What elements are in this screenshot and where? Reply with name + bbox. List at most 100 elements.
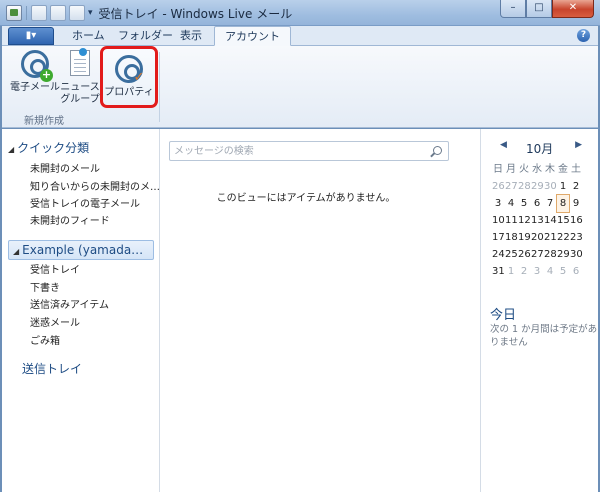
calendar-week: 31 1 2 3 4 5 6 <box>492 263 596 280</box>
folder-item[interactable]: 受信トレイの電子メール <box>30 195 140 210</box>
calendar-day[interactable]: 11 <box>505 212 518 229</box>
folder-item-junk[interactable]: 迷惑メール <box>30 314 80 329</box>
calendar-day[interactable]: 29 <box>531 178 544 195</box>
collapse-arrow-icon[interactable]: ◢ <box>13 247 19 256</box>
email-account-button[interactable]: + 電子メール <box>10 50 60 94</box>
calendar-day[interactable]: 23 <box>570 229 583 246</box>
folder-outbox[interactable]: 送信トレイ <box>22 360 82 377</box>
calendar-day[interactable]: 30 <box>544 178 557 195</box>
weekday-label: 火 <box>519 164 529 175</box>
calendar-day[interactable]: 21 <box>544 229 557 246</box>
calendar-grid: 日月火水木金土 26 27 28 29 30 1 2 3 4 5 6 7 8 9 10 11 12 13 14 15 16… <box>492 161 596 280</box>
calendar-day[interactable]: 26 <box>518 246 531 263</box>
calendar-day[interactable]: 3 <box>531 263 543 280</box>
calendar-day[interactable]: 27 <box>531 246 544 263</box>
calendar-day[interactable]: 22 <box>557 229 570 246</box>
quick-access-toolbar: ▾ 受信トレイ - Windows Live メール <box>6 4 292 22</box>
close-button[interactable]: ✕ <box>552 0 594 18</box>
calendar-day-today[interactable]: 8 <box>556 194 570 213</box>
tab-home[interactable]: ホーム <box>62 26 115 46</box>
calendar-day[interactable]: 12 <box>518 212 531 229</box>
minimize-button[interactable]: – <box>500 0 526 18</box>
calendar-day[interactable]: 28 <box>544 246 557 263</box>
calendar-day[interactable]: 10 <box>492 212 505 229</box>
calendar-day[interactable]: 6 <box>570 263 582 280</box>
calendar-day[interactable]: 5 <box>557 263 569 280</box>
account-header[interactable]: ◢ Example (yamada… <box>8 240 154 260</box>
file-menu-button[interactable]: ▮▾ <box>8 27 54 45</box>
newsgroup-button[interactable]: ニュース グループ <box>58 48 102 106</box>
calendar-day[interactable]: 14 <box>544 212 557 229</box>
properties-button[interactable]: ✓ プロパティ <box>100 46 158 108</box>
calendar-day[interactable]: 20 <box>531 229 544 246</box>
tab-view[interactable]: 表示 <box>170 26 212 46</box>
customize-toolbar-icon[interactable]: ▾ <box>88 8 93 18</box>
calendar-day[interactable]: 13 <box>531 212 544 229</box>
calendar-day[interactable]: 9 <box>570 195 582 212</box>
calendar-week: 24 25 26 27 28 29 30 <box>492 246 596 263</box>
tab-account[interactable]: アカウント <box>214 26 291 46</box>
calendar-day[interactable]: 6 <box>531 195 543 212</box>
calendar-week: 10 11 12 13 14 15 16 <box>492 212 596 229</box>
calendar-day[interactable]: 2 <box>518 263 530 280</box>
weekday-row: 日月火水木金土 <box>492 161 596 178</box>
weekday-label: 日 <box>493 164 503 175</box>
today-agenda-text: 次の 1 か月間は予定がありません <box>490 324 598 348</box>
newsgroup-label-line1: ニュース <box>60 82 100 93</box>
today-title: 今日 <box>490 308 517 323</box>
folder-item[interactable]: 知り合いからの未開封のメ… <box>30 178 160 193</box>
calendar-day[interactable]: 25 <box>505 246 518 263</box>
new-message-icon[interactable] <box>31 5 47 21</box>
calendar-day[interactable]: 19 <box>518 229 531 246</box>
calendar-day[interactable]: 28 <box>518 178 531 195</box>
calendar-day[interactable]: 1 <box>505 263 517 280</box>
calendar-day[interactable]: 18 <box>505 229 518 246</box>
main-content: ◢ クイック分類 未開封のメール 知り合いからの未開封のメ… 受信トレイの電子メー… <box>2 129 598 492</box>
search-box[interactable] <box>169 141 449 161</box>
empty-view-message: このビューにはアイテムがありません。 <box>216 193 396 204</box>
group-divider <box>159 52 160 122</box>
app-icon[interactable] <box>6 5 22 21</box>
weekday-label: 水 <box>532 164 542 175</box>
send-receive-icon[interactable] <box>69 5 85 21</box>
calendar-week: 3456789 <box>492 194 596 213</box>
maximize-button[interactable]: □ <box>526 0 552 18</box>
newsgroup-icon <box>65 48 95 80</box>
calendar-day[interactable]: 3 <box>492 195 504 212</box>
calendar-day[interactable]: 17 <box>492 229 505 246</box>
calendar-day[interactable]: 15 <box>557 212 570 229</box>
calendar-day[interactable]: 16 <box>570 212 583 229</box>
folder-item-drafts[interactable]: 下書き <box>30 279 60 294</box>
next-month-icon[interactable]: ▶ <box>575 140 582 150</box>
folder-item-sent[interactable]: 送信済みアイテム <box>30 296 109 311</box>
search-icon[interactable] <box>433 146 442 155</box>
quick-views-header[interactable]: ◢ クイック分類 <box>8 139 89 156</box>
calendar-day[interactable]: 1 <box>557 178 569 195</box>
calendar-day[interactable]: 24 <box>492 246 505 263</box>
reply-icon[interactable] <box>50 5 66 21</box>
calendar-week: 17 18 19 20 21 22 23 <box>492 229 596 246</box>
help-icon[interactable]: ? <box>577 29 590 42</box>
calendar-day[interactable]: 31 <box>492 263 505 280</box>
weekday-label: 金 <box>558 164 568 175</box>
folder-item-inbox[interactable]: 受信トレイ <box>30 261 80 276</box>
calendar-day[interactable]: 7 <box>544 195 556 212</box>
calendar-header: ◀ 10月 ▶ <box>490 140 582 156</box>
search-input[interactable] <box>170 142 420 160</box>
newsgroup-label-line2: グループ <box>60 94 100 105</box>
calendar-day[interactable]: 30 <box>570 246 583 263</box>
folder-item[interactable]: 未開封のフィード <box>30 212 110 227</box>
folder-item-trash[interactable]: ごみ箱 <box>30 332 60 347</box>
folder-item[interactable]: 未開封のメール <box>30 160 100 175</box>
calendar-week: 26 27 28 29 30 1 2 <box>492 178 596 195</box>
previous-month-icon[interactable]: ◀ <box>500 140 507 150</box>
calendar-day[interactable]: 4 <box>505 195 517 212</box>
title-bar: ▾ 受信トレイ - Windows Live メール – □ ✕ <box>0 0 600 26</box>
calendar-day[interactable]: 27 <box>505 178 518 195</box>
calendar-day[interactable]: 5 <box>518 195 530 212</box>
collapse-arrow-icon[interactable]: ◢ <box>8 145 14 154</box>
calendar-day[interactable]: 26 <box>492 178 505 195</box>
calendar-day[interactable]: 29 <box>557 246 570 263</box>
calendar-day[interactable]: 2 <box>570 178 582 195</box>
calendar-day[interactable]: 4 <box>544 263 556 280</box>
